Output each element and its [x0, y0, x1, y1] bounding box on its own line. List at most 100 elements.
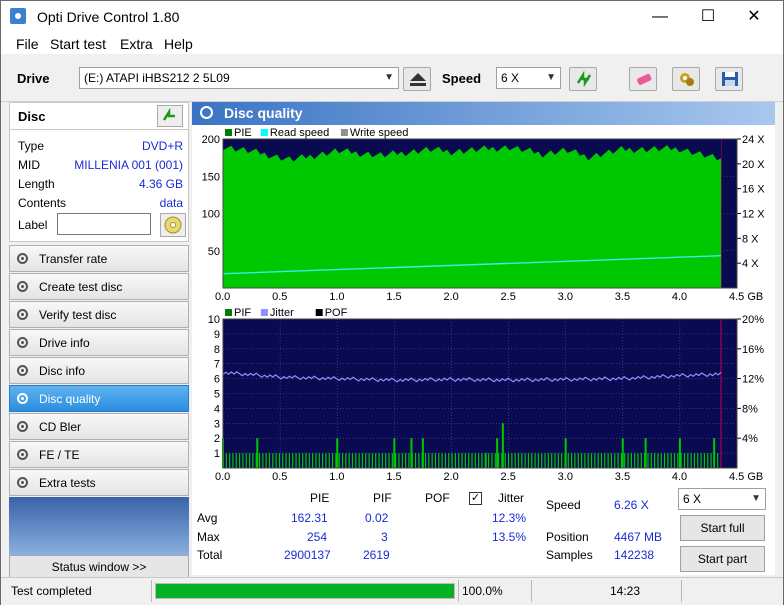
eraser-icon [637, 73, 652, 85]
refresh-icon [576, 71, 592, 87]
disc-icon [200, 106, 213, 119]
app-icon [10, 8, 26, 24]
disc-icon [17, 309, 28, 320]
menu-start-test[interactable]: Start test [50, 36, 106, 52]
legend-swatch [225, 129, 232, 136]
stats-avg-pie: 162.31 [291, 511, 328, 525]
stats-header-pof: POF [425, 491, 450, 505]
legend-swatch [260, 129, 268, 136]
eject-button[interactable] [403, 67, 431, 91]
nav-verify-test-disc[interactable]: Verify test disc [9, 301, 189, 328]
jitter-checkbox[interactable]: ✓ [469, 492, 482, 505]
y-right-tick-label: 12 X [742, 209, 765, 221]
speed-label: Speed [442, 71, 482, 86]
gear-icon [680, 73, 694, 86]
disc-icon [17, 393, 28, 404]
title-bar: Opti Drive Control 1.80 — ☐ ✕ [1, 1, 783, 32]
nav-extra-tests[interactable]: Extra tests [9, 469, 189, 496]
pie-chart: PIE Read speed Write speed 0.0 0.5 1.0 1.5 2.0 2… [202, 127, 766, 303]
nav-cd-bler[interactable]: CD Bler [9, 413, 189, 440]
legend-label: Jitter [270, 307, 294, 319]
nav-label: Transfer rate [39, 252, 108, 266]
disc-label-button[interactable] [160, 213, 186, 237]
save-button[interactable] [715, 67, 743, 91]
x-tick-label: 2.5 [501, 471, 516, 483]
x-tick-label: 1.0 [329, 471, 344, 483]
nav-disc-info[interactable]: Disc info [9, 357, 189, 384]
y-tick-label: 150 [202, 171, 220, 183]
status-bar: Test completed 100.0% 14:23 [1, 577, 783, 605]
status-window-button[interactable]: Status window >> [9, 555, 189, 579]
status-text: Test completed [11, 584, 92, 598]
y-right-tick-label: 16% [742, 344, 764, 356]
start-part-button[interactable]: Start part [680, 546, 765, 572]
menu-bar: File Start test Extra Help [1, 32, 783, 54]
x-tick-label: 4.0 [672, 291, 687, 303]
y-tick-label: 1 [214, 448, 220, 460]
nav-create-test-disc[interactable]: Create test disc [9, 273, 189, 300]
stats-row-avg-label: Avg [197, 511, 218, 525]
nav-label: Drive info [39, 336, 90, 350]
y-right-tick-label: 4 X [742, 258, 759, 270]
nav-label: CD Bler [39, 420, 82, 434]
y-right-tick-label: 20% [742, 314, 764, 326]
chevron-down-icon: ▼ [546, 72, 556, 83]
disc-label-key: Label [18, 218, 48, 232]
nav-transfer-rate[interactable]: Transfer rate [9, 245, 189, 272]
nav-panel-background [9, 497, 189, 555]
legend-swatch [260, 309, 268, 316]
x-tick-label: 1.5 [386, 471, 401, 483]
y-tick-label: 50 [208, 246, 220, 258]
nav-label: Disc quality [39, 392, 101, 406]
drive-select[interactable]: (E:) ATAPI iHBS212 2 5L09 ▼ [79, 67, 399, 89]
menu-help[interactable]: Help [164, 36, 193, 52]
nav-drive-info[interactable]: Drive info [9, 329, 189, 356]
progress-bar [155, 583, 455, 599]
nav-label: Extra tests [39, 476, 96, 490]
nav-label: Verify test disc [39, 308, 117, 322]
legend-label: Write speed [350, 127, 409, 139]
nav-disc-quality[interactable]: Disc quality [9, 385, 189, 412]
samples-stat-value: 142238 [614, 548, 655, 562]
minimize-button[interactable]: — [637, 1, 683, 32]
progress-fill [156, 584, 454, 598]
disc-icon [17, 421, 28, 432]
samples-stat-label: Samples [546, 548, 593, 562]
chevron-down-icon: ▼ [751, 493, 761, 504]
nav-fe-te[interactable]: FE / TE [9, 441, 189, 468]
menu-file[interactable]: File [16, 36, 39, 52]
y-tick-label: 3 [214, 418, 220, 430]
stats-total-pif: 2619 [363, 548, 390, 562]
drive-value: (E:) ATAPI iHBS212 2 5L09 [84, 71, 230, 85]
y-tick-label: 4 [214, 403, 220, 415]
chevron-down-icon: ▼ [384, 72, 394, 83]
disc-mid-key: MID [18, 158, 40, 172]
speed-select[interactable]: 6 X ▼ [496, 67, 561, 89]
disc-label-input[interactable] [57, 213, 151, 235]
stats-header-pif: PIF [373, 491, 392, 505]
x-tick-label: 2.0 [443, 471, 458, 483]
menu-extra[interactable]: Extra [120, 36, 153, 52]
refresh-speed-button[interactable] [569, 67, 597, 91]
x-tick-label: 1.5 [386, 291, 401, 303]
plot-area [223, 319, 737, 468]
x-tick-label: 3.5 [615, 471, 630, 483]
x-tick-label: 4.5 GB [729, 291, 763, 303]
window-title: Opti Drive Control 1.80 [37, 9, 180, 25]
maximize-button[interactable]: ☐ [685, 1, 731, 32]
start-full-button[interactable]: Start full [680, 515, 765, 541]
legend-label: POF [325, 307, 348, 319]
x-tick-label: 3.5 [615, 291, 630, 303]
disc-refresh-button[interactable] [157, 105, 183, 127]
test-speed-select[interactable]: 6 X ▼ [678, 488, 766, 510]
stats-max-pie: 254 [307, 530, 328, 544]
disc-contents-value: data [159, 196, 183, 210]
close-button[interactable]: ✕ [731, 1, 777, 32]
legend-label: PIF [234, 307, 251, 319]
disc-icon [17, 337, 28, 348]
erase-button[interactable] [629, 67, 657, 91]
settings-button[interactable] [672, 67, 700, 91]
y-tick-label: 10 [208, 314, 220, 326]
x-tick-label: 1.0 [329, 291, 344, 303]
y-right-tick-label: 16 X [742, 184, 765, 196]
